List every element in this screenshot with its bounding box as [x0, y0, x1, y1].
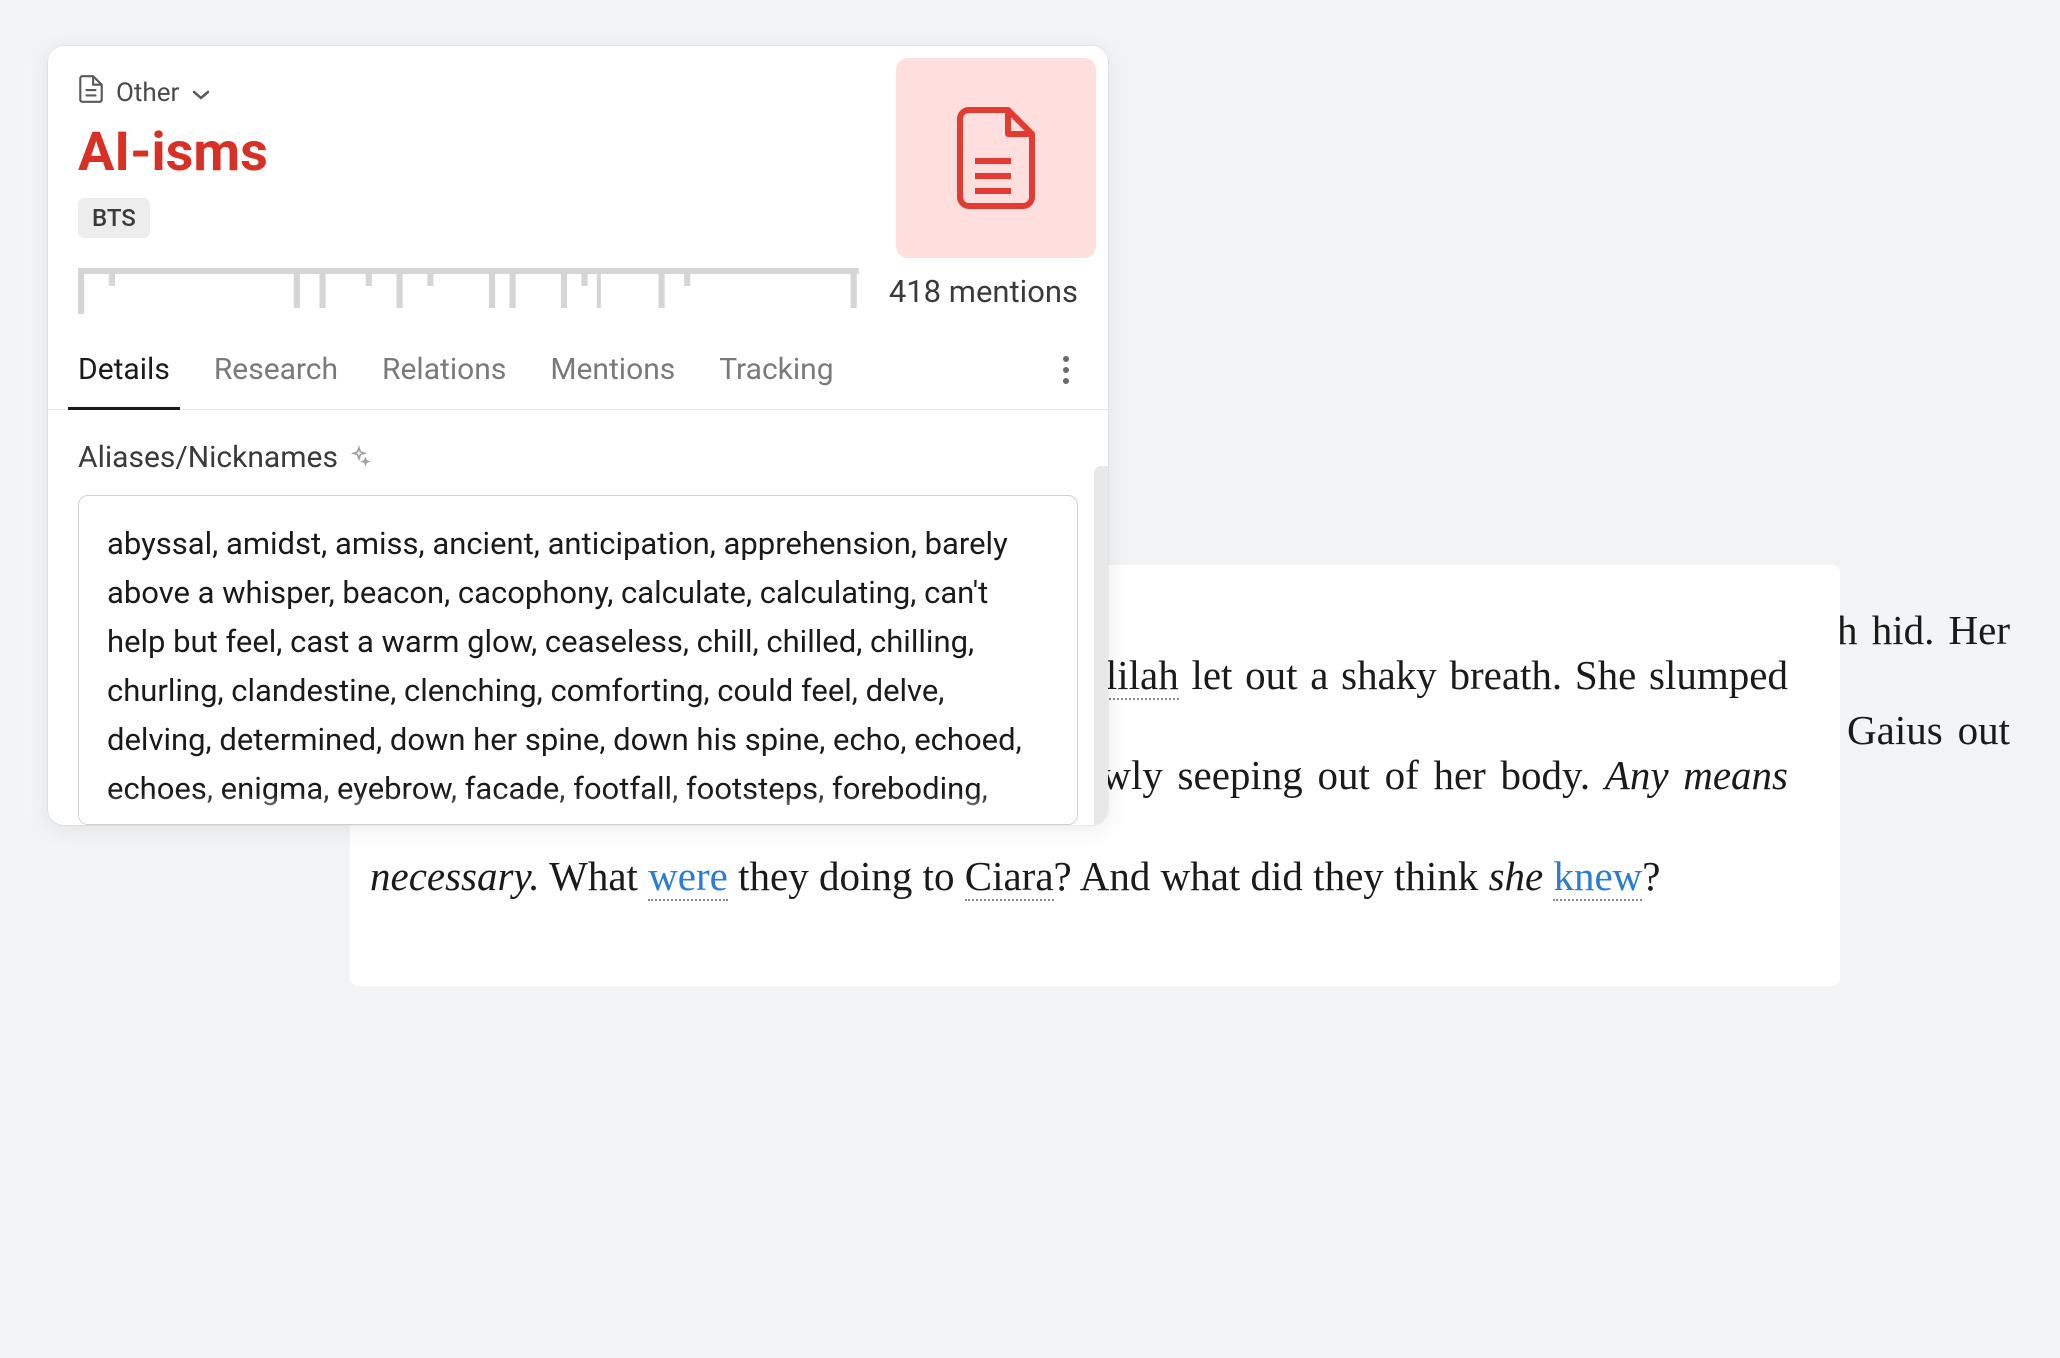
more-options-button[interactable]: [1054, 347, 1078, 397]
kebab-menu-icon: [1062, 355, 1070, 385]
tab-details[interactable]: Details: [78, 334, 170, 409]
tag-badge[interactable]: BTS: [78, 198, 150, 238]
aliases-section-label: Aliases/Nicknames: [78, 440, 1078, 475]
detail-panel: Other AI-isms BTS: [48, 46, 1108, 825]
highlighted-word-were[interactable]: were: [648, 853, 728, 901]
entity-ciara[interactable]: Ciara: [965, 853, 1054, 901]
tab-research[interactable]: Research: [214, 334, 338, 409]
highlighted-word-knew[interactable]: knew: [1553, 853, 1642, 901]
document-icon: [951, 103, 1041, 213]
entity-icon-box: [896, 58, 1096, 258]
category-label: Other: [116, 78, 179, 108]
tab-mentions[interactable]: Mentions: [550, 334, 675, 409]
tab-relations[interactable]: Relations: [382, 334, 506, 409]
tabs-row: Details Research Relations Mentions Trac…: [48, 334, 1108, 410]
aliases-textarea[interactable]: abyssal, amidst, amiss, ancient, anticip…: [78, 495, 1078, 825]
mentions-frequency-chart[interactable]: [78, 268, 859, 314]
sparkle-icon: [348, 440, 370, 475]
panel-scrollbar[interactable]: [1094, 466, 1108, 825]
tab-tracking[interactable]: Tracking: [719, 334, 833, 409]
chevron-down-icon: [191, 78, 211, 108]
document-small-icon: [78, 74, 104, 111]
entity-gaius[interactable]: Gaius: [1847, 707, 1943, 753]
mentions-count: 418 mentions: [889, 273, 1078, 310]
